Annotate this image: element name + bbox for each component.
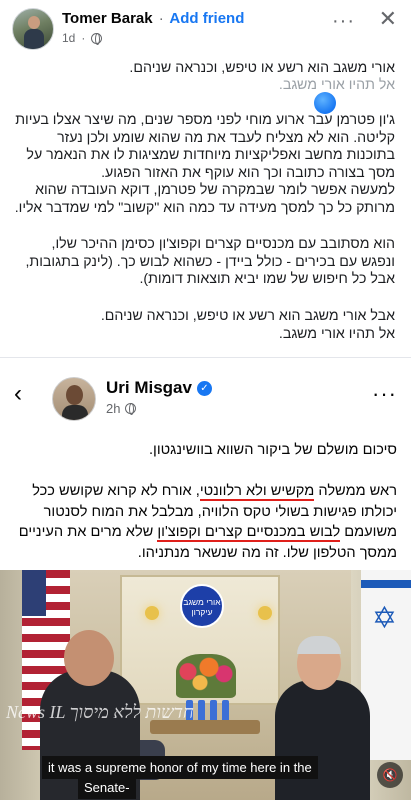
separator: ·	[158, 10, 164, 27]
post-paragraph: אל תהיו אורי משגב.	[278, 326, 395, 342]
post-time[interactable]: 2h	[106, 401, 120, 416]
avatar[interactable]	[52, 377, 96, 421]
separator: ·	[81, 31, 86, 45]
post-meta: 1d ·	[62, 31, 103, 45]
globe-icon	[125, 403, 137, 415]
more-options-button[interactable]: ···	[332, 10, 355, 33]
star-of-david-icon: ✡	[371, 602, 397, 635]
flower-arrangement	[176, 654, 236, 698]
post-paragraph: אבל אורי משגב הוא רשע או טיפש, וכנראה שנ…	[100, 308, 395, 324]
avatar[interactable]	[12, 8, 54, 50]
post-paragraph: אל תהיו אורי משגב.	[278, 77, 395, 93]
author-name[interactable]: Uri Misgav	[106, 378, 192, 398]
logo-text: אורי משגב	[183, 597, 221, 607]
video-player[interactable]: ✡ אורי משגב עיקרון News IL חדשות ללא מיס…	[0, 570, 411, 800]
wall-lamp	[258, 606, 272, 620]
inner-post-meta: 2h	[106, 401, 137, 416]
post-paragraph: הוא מסתובב עם מכנסיים קצרים וקפוצ'ון כסי…	[25, 236, 395, 287]
logo-text: עיקרון	[191, 607, 213, 617]
person-right-hair	[297, 636, 341, 654]
back-arrow-icon[interactable]: ‹	[14, 380, 22, 408]
mute-icon[interactable]: 🔇	[377, 762, 403, 788]
highlighted-phrase: לבוש במכנסיים קצרים וקפוצ'ון	[157, 524, 341, 542]
person-left-head	[64, 630, 114, 686]
globe-icon	[91, 32, 103, 45]
author-line: Tomer Barak · Add friend	[62, 10, 244, 27]
outer-post-header: Tomer Barak · Add friend 1d · ··· ✕	[0, 0, 411, 52]
post-paragraph: ג'ון פטרמן עבר ארוע מוחי לפני מספר שנים,…	[15, 112, 395, 181]
highlighted-phrase: מקשיש ולא רלוונטי	[199, 483, 315, 501]
post-time[interactable]: 1d	[62, 31, 75, 45]
inner-post-line: סיכום מושלם של ביקור השווא בוושינגטון.	[148, 442, 397, 458]
wall-lamp	[145, 606, 159, 620]
divider	[0, 357, 411, 358]
author-name[interactable]: Tomer Barak	[62, 10, 153, 27]
post-paragraph: למעשה אפשר לומר שבמקרה של פטרמן, דוקא הע…	[14, 182, 395, 216]
text-segment: ראש ממשלה	[314, 483, 397, 499]
israel-flag-stripe	[361, 580, 411, 588]
channel-logo: אורי משגב עיקרון	[180, 584, 224, 628]
add-friend-button[interactable]: Add friend	[169, 10, 244, 27]
verified-badge-icon: ✓	[196, 380, 212, 396]
post-paragraph: אורי משגב הוא רשע או טיפש, וכנראה שניהם.	[129, 60, 395, 76]
watermark: News IL חדשות ללא מיסוך	[6, 702, 194, 722]
more-options-button[interactable]: ···	[372, 381, 397, 407]
person-right	[275, 680, 370, 800]
reaction-badge-icon	[314, 92, 336, 114]
close-icon[interactable]: ✕	[379, 6, 397, 32]
inner-post-paragraph: ראש ממשלה מקשיש ולא רלוונטי, אורח לא קרו…	[14, 481, 397, 563]
video-caption: Senate-	[78, 776, 136, 799]
inner-author-line: Uri Misgav ✓	[106, 378, 212, 398]
us-flag-canton	[22, 570, 46, 616]
